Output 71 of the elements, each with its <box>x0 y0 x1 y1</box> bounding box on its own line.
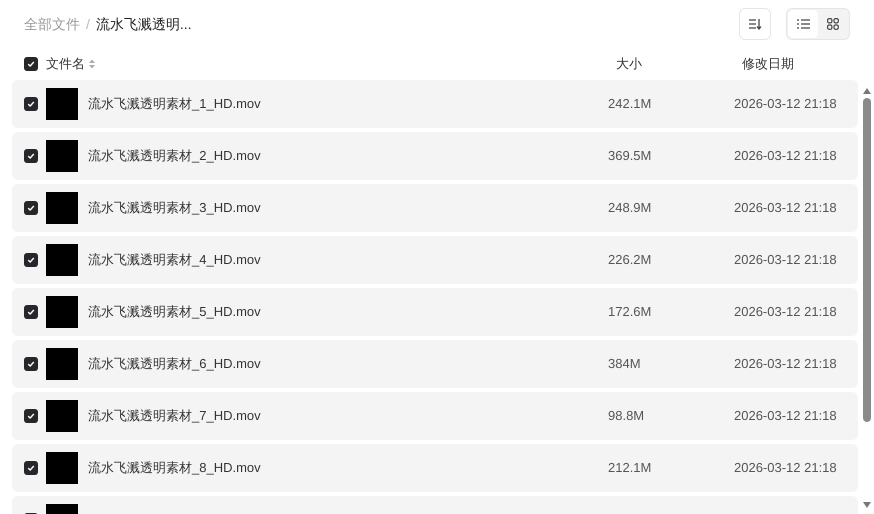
column-header[interactable]: 文件名 <box>46 54 85 74</box>
file-name[interactable]: 流水飞溅透明素材_7_HD.mov <box>88 406 608 426</box>
scroll-down-icon[interactable] <box>863 502 871 508</box>
file-row[interactable]: 流水飞溅透明素材_3_HD.mov 248.9M 2026-03-12 21:18 <box>12 184 858 232</box>
checkmark-icon <box>27 256 35 264</box>
file-size: 226.2M <box>608 251 652 270</box>
video-thumbnail <box>46 348 78 380</box>
video-thumbnail <box>46 244 78 276</box>
file-size: 248.9M <box>608 199 652 218</box>
list-icon <box>796 19 810 29</box>
checkbox[interactable] <box>24 97 38 111</box>
sort-icon <box>748 18 762 30</box>
checkmark-icon <box>27 60 35 68</box>
modified-date: 2026-03-12 21:18 <box>734 303 837 322</box>
file-row[interactable]: 流水飞溅透明素材_7_HD.mov 98.8M 2026-03-12 21:18 <box>12 392 858 440</box>
checkmark-icon <box>27 360 35 368</box>
modified-date: 2026-03-12 21:18 <box>734 251 837 270</box>
checkbox[interactable] <box>24 461 38 475</box>
modified-date: 2026-03-12 21:18 <box>734 95 837 114</box>
checkbox[interactable] <box>24 57 38 71</box>
video-thumbnail <box>46 192 78 224</box>
file-row[interactable]: 流水飞溅透明素材_5_HD.mov 172.6M 2026-03-12 21:18 <box>12 288 858 336</box>
list-view-button[interactable] <box>788 10 818 38</box>
checkbox[interactable] <box>24 357 38 371</box>
modified-date: 2026-03-12 21:18 <box>734 459 837 478</box>
breadcrumb-item: 流水飞溅透明... <box>96 14 192 34</box>
file-name[interactable]: 流水飞溅透明素材_2_HD.mov <box>88 146 608 166</box>
checkbox[interactable] <box>24 253 38 267</box>
file-size: 369.5M <box>608 147 652 166</box>
modified-date: 2026-03-12 21:18 <box>734 355 837 374</box>
checkmark-icon <box>27 412 35 420</box>
checkmark-icon <box>27 204 35 212</box>
file-name[interactable]: 流水飞溅透明素材_1_HD.mov <box>88 94 608 114</box>
scrollbar-thumb[interactable] <box>863 98 871 422</box>
checkbox[interactable] <box>24 149 38 163</box>
checkmark-icon <box>27 464 35 472</box>
file-row[interactable]: 流水飞溅透明素材_6_HD.mov 384M 2026-03-12 21:18 <box>12 340 858 388</box>
modified-date: 2026-03-12 21:18 <box>734 407 837 426</box>
checkbox[interactable] <box>24 409 38 423</box>
column-header: 修改日期 <box>742 55 794 74</box>
file-size: 172.6M <box>608 303 652 322</box>
video-thumbnail <box>46 400 78 432</box>
grid-icon <box>827 18 839 30</box>
breadcrumb-separator: / <box>86 14 90 34</box>
file-row[interactable]: 流水飞溅透明素材_1_HD.mov 242.1M 2026-03-12 21:18 <box>12 80 858 128</box>
file-row[interactable]: 流水飞溅透明素材_4_HD.mov 226.2M 2026-03-12 21:18 <box>12 236 858 284</box>
file-name[interactable]: 流水飞溅透明素材_8_HD.mov <box>88 458 608 478</box>
checkbox[interactable] <box>24 201 38 215</box>
file-size: 384M <box>608 355 642 374</box>
checkbox[interactable] <box>24 305 38 319</box>
file-name[interactable]: 流水飞溅透明素材_5_HD.mov <box>88 302 608 322</box>
file-size: 242.1M <box>608 95 652 114</box>
scroll-up-icon[interactable] <box>863 88 871 94</box>
modified-date: 2026-03-12 21:18 <box>734 199 837 218</box>
checkmark-icon <box>27 308 35 316</box>
file-row[interactable]: 流水飞溅透明素材_8_HD.mov 212.1M 2026-03-12 21:18 <box>12 444 858 492</box>
checkmark-icon <box>27 100 35 108</box>
checkmark-icon <box>27 152 35 160</box>
video-thumbnail <box>46 296 78 328</box>
column-header: 大小 <box>616 55 643 74</box>
sort-button[interactable] <box>739 8 771 40</box>
file-name[interactable]: 流水飞溅透明素材_6_HD.mov <box>88 354 608 374</box>
video-thumbnail <box>46 140 78 172</box>
file-name[interactable]: 流水飞溅透明素材_4_HD.mov <box>88 250 608 270</box>
video-thumbnail <box>46 452 78 484</box>
video-thumbnail <box>46 88 78 120</box>
file-row[interactable]: 流水飞溅透明素材_2_HD.mov 369.5M 2026-03-12 21:18 <box>12 132 858 180</box>
file-name[interactable]: 流水飞溅透明素材_3_HD.mov <box>88 198 608 218</box>
file-size: 212.1M <box>608 459 652 478</box>
modified-date: 2026-03-12 21:18 <box>734 147 837 166</box>
file-size: 98.8M <box>608 407 646 426</box>
